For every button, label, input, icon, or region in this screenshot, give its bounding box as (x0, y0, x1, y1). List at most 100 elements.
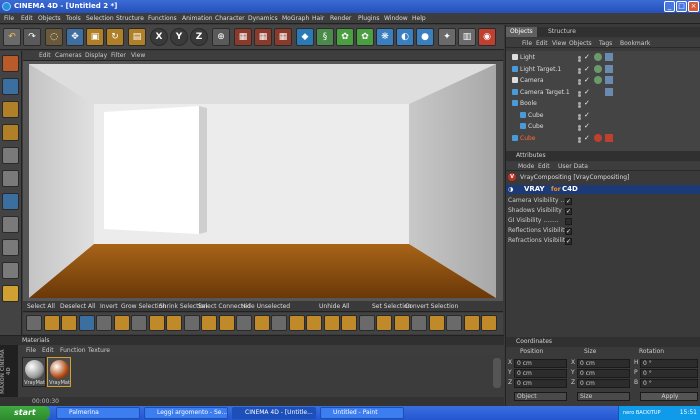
viewport[interactable]: Edit Cameras Display Filter View (23, 51, 503, 301)
camera-object-icon[interactable]: ● (416, 28, 434, 46)
visibility-render-dot[interactable] (578, 82, 581, 85)
rotation-field[interactable]: 0 ° (640, 369, 698, 378)
menu-dynamics[interactable]: Dynamics (248, 13, 278, 24)
points-tool-icon[interactable] (2, 147, 19, 164)
light-object-icon[interactable]: ✦ (438, 28, 456, 46)
size-field[interactable]: 0 cm (577, 379, 630, 388)
attributes-menu-edit[interactable]: Edit (538, 162, 550, 171)
menu-structure[interactable]: Structure (116, 13, 144, 24)
viewport-menu-filter[interactable]: Filter (111, 51, 126, 61)
position-field[interactable]: 0 cm (514, 379, 567, 388)
materials-menu-function[interactable]: Function (60, 346, 86, 355)
objects-menu-view[interactable]: View (552, 39, 566, 48)
menu-animation[interactable]: Animation (182, 13, 213, 24)
menu-selection[interactable]: Selection (86, 13, 114, 24)
magnet-icon[interactable] (183, 315, 200, 331)
edges-tool-icon[interactable] (2, 170, 19, 187)
position-field[interactable]: 0 cm (514, 369, 567, 378)
environment-icon[interactable]: ◐ (396, 28, 414, 46)
viewport-menu-cameras[interactable]: Cameras (55, 51, 82, 61)
target-tag-icon[interactable] (605, 76, 613, 84)
knife-icon[interactable] (26, 315, 42, 331)
enabled-check-icon[interactable]: ✓ (584, 54, 591, 61)
tag-icon[interactable] (594, 133, 602, 142)
menu-edit[interactable]: Edit (21, 13, 33, 24)
object-row[interactable]: Cube ✓ (506, 133, 700, 144)
viewport-menu-display[interactable]: Display (85, 51, 107, 61)
tab-objects[interactable]: Objects (506, 27, 537, 37)
object-row[interactable]: Boole ✓ (506, 98, 700, 109)
render-view-icon[interactable]: ▦ (234, 28, 252, 46)
center-axis-icon[interactable] (411, 315, 427, 331)
attribute-checkbox[interactable] (565, 218, 572, 225)
paint-tool-icon[interactable] (2, 285, 19, 302)
attribute-checkbox[interactable]: ✓ (565, 228, 572, 235)
materials-scrollbar[interactable] (493, 358, 501, 388)
bevel-icon[interactable] (96, 315, 112, 331)
optimize-icon[interactable] (341, 315, 357, 331)
materials-menu-texture[interactable]: Texture (88, 346, 110, 355)
nurbs-icon[interactable]: ✿ (336, 28, 354, 46)
selection-deselect-all[interactable]: Deselect All (60, 302, 95, 312)
taskbar-item[interactable]: Palmerina (56, 407, 140, 419)
stitch-icon[interactable] (446, 315, 462, 331)
extrude-icon[interactable] (61, 315, 77, 331)
visibility-render-dot[interactable] (578, 93, 581, 97)
menu-character[interactable]: Character (215, 13, 245, 24)
spline-icon[interactable]: § (316, 28, 334, 46)
texture-tool-icon[interactable] (2, 101, 19, 118)
enabled-check-icon[interactable]: ✓ (584, 77, 591, 84)
material-swatch[interactable]: VrayMat (47, 357, 71, 387)
recent-tools-icon[interactable]: ▤ (128, 28, 146, 46)
objects-menu-file[interactable]: File (522, 39, 532, 48)
tweak-mode-icon[interactable] (2, 216, 19, 233)
visibility-render-dot[interactable] (578, 59, 581, 62)
menu-hair[interactable]: Hair (312, 13, 324, 24)
visibility-render-dot[interactable] (578, 139, 581, 143)
attribute-checkbox[interactable]: ✓ (565, 208, 572, 215)
melt-icon[interactable] (323, 315, 340, 331)
render-scene[interactable] (29, 64, 496, 298)
position-field[interactable]: 0 cm (514, 359, 567, 368)
tag-icon[interactable] (594, 64, 602, 73)
tab-structure[interactable]: Structure (544, 27, 580, 37)
live-selection-icon[interactable]: ◌ (45, 28, 63, 46)
x-axis-lock-icon[interactable]: X (150, 28, 168, 46)
attribute-checkbox[interactable]: ✓ (565, 238, 572, 245)
deformer-icon[interactable]: ❋ (376, 28, 394, 46)
attributes-menu-user-data[interactable]: User Data (558, 162, 588, 171)
visibility-render-dot[interactable] (578, 70, 581, 74)
rotation-field[interactable]: 0 ° (640, 359, 698, 368)
apply-button[interactable]: Apply (640, 392, 698, 401)
selection-unhide-all[interactable]: Unhide All (319, 302, 350, 312)
extrude-inner-icon[interactable] (78, 315, 95, 331)
selection-convert-selection[interactable]: Convert Selection (405, 302, 458, 312)
taskbar-item[interactable]: Leggi argomento - Se... (144, 407, 228, 419)
menu-file[interactable]: File (4, 13, 14, 24)
target-tag-icon[interactable] (605, 87, 613, 96)
material-icon[interactable] (481, 315, 497, 331)
maximize-button[interactable]: □ (676, 1, 687, 12)
enabled-check-icon[interactable]: ✓ (584, 65, 591, 73)
attributes-menu-mode[interactable]: Mode (518, 162, 534, 171)
attribute-checkbox[interactable]: ✓ (565, 198, 572, 205)
clone-icon[interactable] (166, 315, 182, 331)
object-row[interactable]: Camera Target.1 ✓ (506, 87, 700, 98)
menu-help[interactable]: Help (412, 13, 426, 24)
model-tool-icon[interactable] (2, 78, 19, 95)
align-normals-icon[interactable] (376, 315, 392, 331)
make-editable-icon[interactable] (2, 55, 19, 72)
undo-icon[interactable]: ↶ (3, 28, 21, 46)
iron-icon[interactable] (218, 315, 235, 331)
materials-menu-file[interactable]: File (26, 346, 36, 355)
menu-objects[interactable]: Objects (38, 13, 61, 24)
object-row[interactable]: Cube ✓ (506, 110, 700, 121)
connect-icon[interactable] (358, 315, 375, 331)
target-tag-icon[interactable] (605, 53, 613, 61)
coordinate-system-icon[interactable]: ⊕ (212, 28, 230, 46)
start-button[interactable]: start (0, 406, 50, 420)
move-icon[interactable]: ✥ (66, 28, 84, 46)
snap-tool-icon[interactable] (2, 239, 19, 256)
selection-hide-unselected[interactable]: Hide Unselected (241, 302, 290, 312)
triangulate-icon[interactable] (288, 315, 305, 331)
